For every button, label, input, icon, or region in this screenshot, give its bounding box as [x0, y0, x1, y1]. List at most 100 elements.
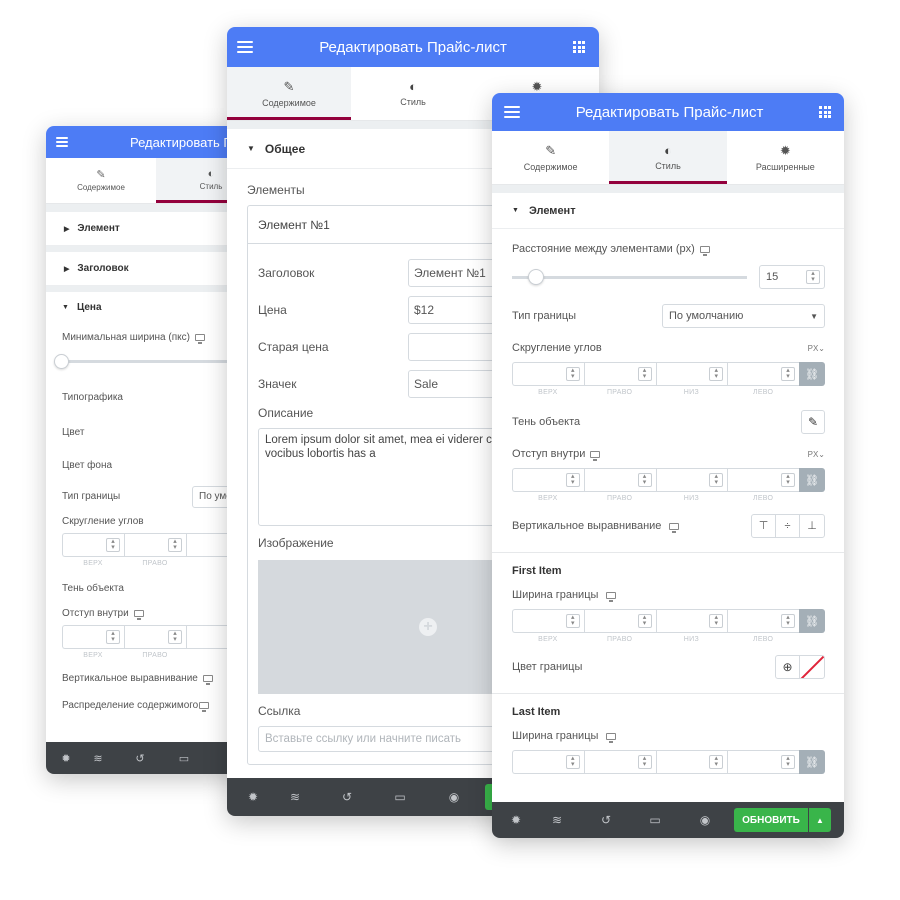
panel-footer: ✹ ≋ ↺ ▭ ◉ ОБНОВИТЬ ▲: [492, 802, 844, 838]
layers-icon[interactable]: ≋: [526, 813, 588, 827]
dim-left-input[interactable]: ▴ ▾: [727, 362, 799, 386]
spacing-number-input[interactable]: 15 ▴ ▾: [759, 265, 825, 289]
unit-select[interactable]: PX⌄: [808, 344, 825, 353]
menu-icon[interactable]: [56, 137, 68, 147]
menu-icon[interactable]: [237, 40, 253, 54]
dim-labels: ВЕРХ ПРАВО НИЗ: [62, 652, 248, 659]
monitor-icon: [202, 674, 213, 685]
layers-icon[interactable]: ≋: [76, 752, 120, 765]
dim-right-input[interactable]: ▴ ▾: [124, 533, 186, 557]
dim-labels: ВЕРХ ПРАВО НИЗ ЛЕВО: [512, 495, 825, 502]
tab-bar: ✎ Содержимое ◐ Стиль ✹ Расширенные: [492, 131, 844, 185]
preview-eye-icon[interactable]: ◉: [686, 813, 724, 827]
color-label: Цвет: [62, 427, 85, 438]
spacing-slider-track[interactable]: [512, 276, 747, 279]
tab-label: Стиль: [655, 161, 681, 171]
valign-buttons: ⊤ ÷ ⊥: [751, 514, 825, 538]
border-width-inputs[interactable]: ▴ ▾ ▴ ▾ ▴ ▾ ▴ ▾ ⛓: [512, 750, 825, 774]
update-button[interactable]: ОБНОВИТЬ: [734, 808, 808, 832]
link-icon[interactable]: ⛓: [799, 609, 825, 633]
dim-top-input[interactable]: ▴ ▾: [512, 750, 584, 774]
monitor-icon: [606, 732, 617, 743]
panel-header: Редактировать Прайс-лист: [227, 27, 599, 67]
menu-icon[interactable]: [504, 105, 520, 119]
section-element[interactable]: ▼ Элемент: [492, 193, 844, 229]
settings-icon[interactable]: ✹: [56, 752, 76, 765]
globe-icon[interactable]: ⊕: [776, 656, 800, 678]
tab-style[interactable]: ◐ Стиль: [351, 67, 475, 120]
min-width-slider-handle[interactable]: [54, 354, 69, 369]
dim-right-input[interactable]: ▴ ▾: [583, 362, 656, 386]
dim-top-input[interactable]: ▴ ▾: [62, 625, 124, 649]
tab-content[interactable]: ✎ Содержимое: [227, 67, 351, 120]
tab-content[interactable]: ✎ Содержимое: [46, 158, 156, 203]
layers-icon[interactable]: ≋: [265, 790, 325, 804]
update-dropdown-caret-icon[interactable]: ▲: [809, 808, 831, 832]
dim-left-input[interactable]: ▴ ▾: [727, 750, 799, 774]
dim-labels: ВЕРХ ПРАВО НИЗ: [62, 560, 248, 567]
apps-grid-icon[interactable]: [573, 41, 585, 53]
history-icon[interactable]: ↺: [120, 752, 160, 765]
spacing-slider[interactable]: [512, 265, 747, 289]
border-radius-inputs[interactable]: ▴ ▾ ▴ ▾: [62, 533, 248, 557]
border-type-label: Тип границы: [62, 491, 121, 502]
dim-right-input[interactable]: ▴ ▾: [583, 750, 656, 774]
preview-eye-icon[interactable]: ◉: [431, 790, 477, 804]
spacing-slider-handle[interactable]: [528, 269, 544, 285]
gear-icon: ✹: [779, 143, 791, 158]
responsive-icon[interactable]: ▭: [624, 813, 686, 827]
tab-advanced[interactable]: ✹ Расширенные: [727, 131, 844, 184]
min-width-label: Минимальная ширина (пкс): [62, 332, 190, 343]
apps-grid-icon[interactable]: [819, 106, 831, 118]
field-label: Цена: [258, 302, 287, 317]
tab-style[interactable]: ◐ Стиль: [609, 131, 727, 184]
padding-inputs[interactable]: ▴ ▾ ▴ ▾: [62, 625, 248, 649]
dim-top-input[interactable]: ▴ ▾: [512, 468, 584, 492]
dim-top-input[interactable]: ▴ ▾: [512, 609, 584, 633]
align-bottom-icon[interactable]: ⊥: [800, 515, 824, 537]
border-color-label: Цвет границы: [512, 661, 583, 673]
dim-bottom-input[interactable]: ▴ ▾: [655, 362, 728, 386]
dim-bottom-input[interactable]: ▴ ▾: [655, 468, 728, 492]
bg-color-label: Цвет фона: [62, 460, 113, 471]
padding-label: Отступ внутри: [512, 448, 586, 460]
dim-top-input[interactable]: ▴ ▾: [512, 362, 584, 386]
dim-right-input[interactable]: ▴ ▾: [124, 625, 186, 649]
border-width-inputs[interactable]: ▴ ▾ ▴ ▾ ▴ ▾ ▴ ▾ ⛓: [512, 609, 825, 633]
history-icon[interactable]: ↺: [588, 813, 624, 827]
align-top-icon[interactable]: ⊤: [752, 515, 776, 537]
dim-right-input[interactable]: ▴ ▾: [583, 609, 656, 633]
edit-pencil-icon[interactable]: ✎: [801, 410, 825, 434]
responsive-icon[interactable]: ▭: [160, 752, 208, 765]
responsive-icon[interactable]: ▭: [369, 790, 431, 804]
dim-left-input[interactable]: ▴ ▾: [727, 609, 799, 633]
dim-left-input[interactable]: ▴ ▾: [727, 468, 799, 492]
border-type-select[interactable]: По умолчанию ▼: [662, 304, 825, 328]
padding-label: Отступ внутри: [62, 608, 129, 619]
border-width-label: Ширина границы: [512, 589, 599, 601]
tab-label: Стиль: [400, 97, 426, 107]
link-icon[interactable]: ⛓: [799, 750, 825, 774]
unit-select[interactable]: PX⌄: [808, 450, 825, 459]
plus-circle-icon[interactable]: +: [419, 618, 437, 636]
distribution-label: Распределение содержимого: [62, 700, 199, 711]
dim-bottom-input[interactable]: ▴ ▾: [655, 609, 728, 633]
history-icon[interactable]: ↺: [325, 790, 369, 804]
monitor-icon: [590, 450, 601, 461]
link-icon[interactable]: ⛓: [799, 468, 825, 492]
padding-inputs[interactable]: ▴ ▾ ▴ ▾ ▴ ▾ ▴ ▾ ⛓: [512, 468, 825, 492]
stepper-icon[interactable]: ▴ ▾: [806, 270, 820, 284]
tab-content[interactable]: ✎ Содержимое: [492, 131, 609, 184]
dim-top-input[interactable]: ▴ ▾: [62, 533, 124, 557]
color-swatch-empty[interactable]: [800, 656, 824, 678]
align-middle-icon[interactable]: ÷: [776, 515, 800, 537]
link-icon[interactable]: ⛓: [799, 362, 825, 386]
border-radius-inputs[interactable]: ▴ ▾ ▴ ▾ ▴ ▾ ▴ ▾ ⛓: [512, 362, 825, 386]
border-radius-label: Скругление углов: [512, 342, 602, 354]
monitor-icon: [199, 701, 210, 712]
settings-icon[interactable]: ✹: [241, 790, 265, 804]
dim-right-input[interactable]: ▴ ▾: [583, 468, 656, 492]
settings-icon[interactable]: ✹: [506, 813, 526, 827]
dim-bottom-input[interactable]: ▴ ▾: [655, 750, 728, 774]
dim-label-left: ЛЕВО: [752, 636, 774, 643]
